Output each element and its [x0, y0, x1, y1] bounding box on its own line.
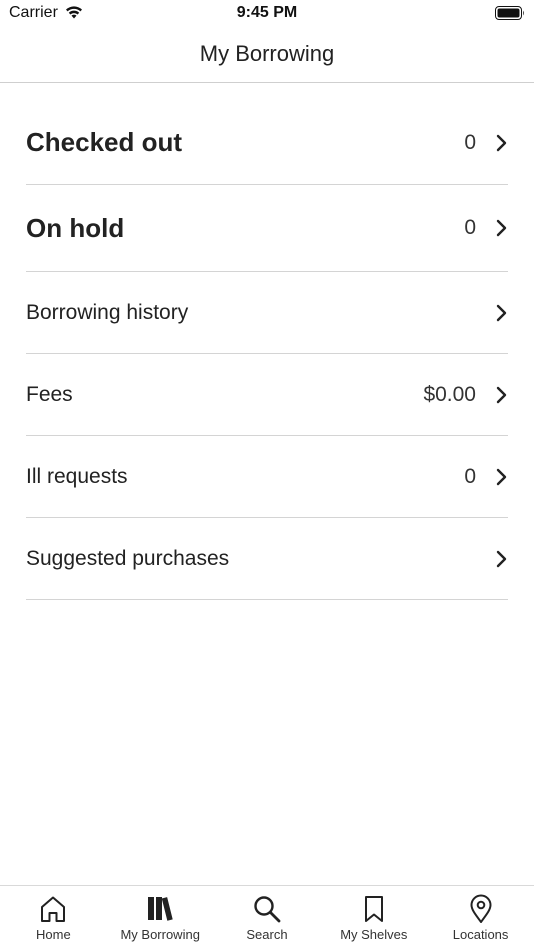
menu-row-borrowing-history[interactable]: Borrowing history	[26, 272, 508, 354]
tab-search-label: Search	[246, 927, 288, 942]
checked-out-count: 0	[464, 130, 476, 154]
fees-amount: $0.00	[423, 382, 476, 406]
search-icon	[254, 896, 281, 923]
borrowing-menu-list: Checked out 0 On hold 0 Borrowing histor…	[26, 101, 508, 600]
on-hold-count: 0	[464, 216, 476, 239]
chevron-right-icon	[496, 550, 507, 567]
ill-requests-label: Ill requests	[26, 464, 128, 488]
bookmark-icon	[364, 896, 383, 922]
tab-my-shelves-label: My Shelves	[340, 927, 408, 942]
chevron-right-icon	[496, 219, 507, 237]
location-pin-icon	[470, 894, 492, 923]
tab-home[interactable]: Home	[0, 886, 107, 950]
tab-home-label: Home	[36, 927, 71, 942]
books-icon	[148, 897, 173, 921]
page-title: My Borrowing	[199, 41, 335, 66]
menu-row-checked-out[interactable]: Checked out 0	[26, 101, 508, 185]
tab-bar: Home My Borrowing Search My Shelves Loca…	[0, 885, 534, 950]
home-icon	[41, 896, 66, 922]
chevron-right-icon	[496, 134, 507, 151]
suggested-purchases-label: Suggested purchases	[26, 546, 230, 570]
menu-row-on-hold[interactable]: On hold 0	[26, 185, 508, 272]
tab-my-borrowing[interactable]: My Borrowing	[107, 886, 214, 950]
tab-search[interactable]: Search	[214, 886, 321, 950]
tab-my-shelves[interactable]: My Shelves	[320, 886, 427, 950]
fees-label: Fees	[26, 382, 73, 406]
ill-requests-count: 0	[464, 464, 476, 488]
chevron-right-icon	[496, 386, 507, 403]
status-time: 9:45 PM	[236, 4, 298, 21]
status-bar: Carrier 9:45 PM	[0, 0, 534, 28]
navigation-bar: My Borrowing	[0, 28, 534, 83]
on-hold-label: On hold	[26, 212, 125, 243]
battery-icon	[495, 6, 524, 20]
chevron-right-icon	[496, 468, 507, 485]
tab-my-borrowing-label: My Borrowing	[120, 927, 200, 942]
menu-row-fees[interactable]: Fees $0.00	[26, 354, 508, 436]
menu-row-ill-requests[interactable]: Ill requests 0	[26, 436, 508, 518]
tab-locations-label: Locations	[452, 927, 509, 942]
menu-row-suggested-purchases[interactable]: Suggested purchases	[26, 518, 508, 600]
screen: Carrier 9:45 PM My Borrowing Checked out…	[0, 0, 534, 950]
borrowing-history-label: Borrowing history	[26, 300, 189, 324]
checked-out-label: Checked out	[26, 127, 183, 157]
tab-locations[interactable]: Locations	[427, 886, 534, 950]
chevron-right-icon	[496, 304, 507, 321]
